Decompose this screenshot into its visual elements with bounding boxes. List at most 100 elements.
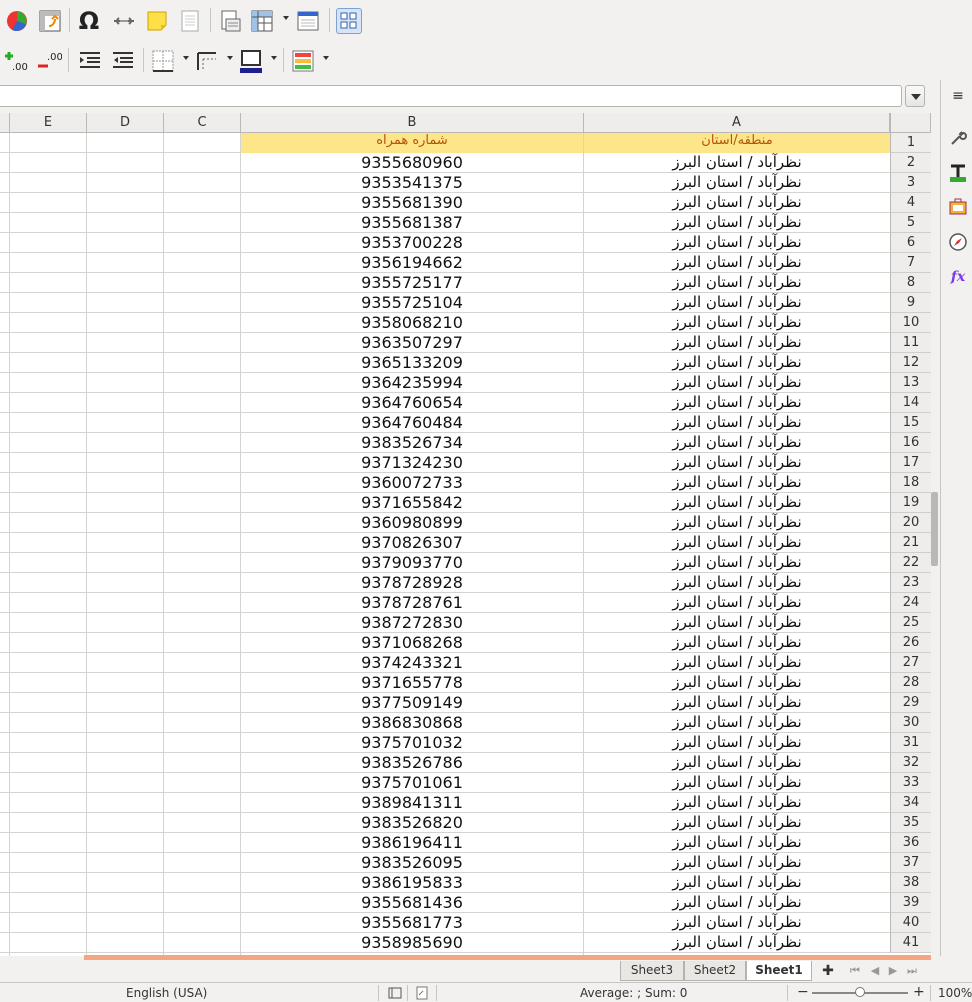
cell-region[interactable]: نظرآباد / استان البرز xyxy=(584,853,890,873)
tab-sheet2[interactable]: Sheet2 xyxy=(684,961,746,981)
row-header[interactable]: 29 xyxy=(890,693,931,713)
column-header-e[interactable]: E xyxy=(10,113,87,133)
cell-region[interactable]: نظرآباد / استان البرز xyxy=(584,173,890,193)
row-header[interactable]: 11 xyxy=(890,333,931,353)
cell-mobile-number[interactable]: 9375701032 xyxy=(241,733,583,753)
properties-icon[interactable] xyxy=(948,128,968,148)
row-header[interactable]: 32 xyxy=(890,753,931,773)
row-header[interactable]: 39 xyxy=(890,893,931,913)
row-header[interactable]: 21 xyxy=(890,533,931,553)
cell-region[interactable]: نظرآباد / استان البرز xyxy=(584,233,890,253)
cell-mobile-number[interactable]: 9358068210 xyxy=(241,313,583,333)
cell-mobile-number[interactable]: 9386195833 xyxy=(241,873,583,893)
previous-sheet-icon[interactable]: ◀ xyxy=(868,964,882,978)
insert-mode-icon[interactable] xyxy=(388,987,402,1002)
row-header[interactable]: 12 xyxy=(890,353,931,373)
row-header[interactable]: 33 xyxy=(890,773,931,793)
cell-region[interactable]: نظرآباد / استان البرز xyxy=(584,693,890,713)
sidebar-menu-icon[interactable]: ≡ xyxy=(948,88,968,108)
cell-mobile-number[interactable]: 9370826307 xyxy=(241,533,583,553)
cell-region[interactable]: نظرآباد / استان البرز xyxy=(584,733,890,753)
cell-region[interactable]: نظرآباد / استان البرز xyxy=(584,473,890,493)
zoom-level[interactable]: 100% xyxy=(938,986,972,1000)
styles-icon[interactable] xyxy=(948,163,968,183)
row-header[interactable]: 8 xyxy=(890,273,931,293)
cell-region[interactable]: نظرآباد / استان البرز xyxy=(584,493,890,513)
select-all-corner[interactable] xyxy=(890,113,931,133)
cell-region[interactable]: نظرآباد / استان البرز xyxy=(584,873,890,893)
chart-icon[interactable] xyxy=(4,8,30,34)
cell-mobile-number[interactable]: 9386830868 xyxy=(241,713,583,733)
cell-mobile-number[interactable]: 9364235994 xyxy=(241,373,583,393)
comment-icon[interactable] xyxy=(144,8,170,34)
cell-region[interactable]: نظرآباد / استان البرز xyxy=(584,273,890,293)
row-header[interactable]: 24 xyxy=(890,593,931,613)
row-header[interactable]: 36 xyxy=(890,833,931,853)
gallery-icon[interactable] xyxy=(948,197,968,217)
last-sheet-icon[interactable]: ⏭ xyxy=(905,964,919,978)
row-header[interactable]: 27 xyxy=(890,653,931,673)
headers-icon[interactable] xyxy=(295,8,321,34)
cell-mobile-number[interactable]: 9363507297 xyxy=(241,333,583,353)
row-header[interactable]: 25 xyxy=(890,613,931,633)
cell-region[interactable]: نظرآباد / استان البرز xyxy=(584,533,890,553)
cell-mobile-number[interactable]: 9389841311 xyxy=(241,793,583,813)
zoom-out-button[interactable]: − xyxy=(797,984,809,1000)
row-header[interactable]: 3 xyxy=(890,173,931,193)
cell-region[interactable]: نظرآباد / استان البرز xyxy=(584,353,890,373)
cell-region[interactable]: نظرآباد / استان البرز xyxy=(584,573,890,593)
column-header-b[interactable]: B xyxy=(241,113,584,133)
cell-region[interactable]: نظرآباد / استان البرز xyxy=(584,933,890,953)
row-header[interactable]: 31 xyxy=(890,733,931,753)
cell-region[interactable]: نظرآباد / استان البرز xyxy=(584,613,890,633)
cell-mobile-number[interactable]: 9360980899 xyxy=(241,513,583,533)
cell-mobile-number[interactable]: 9375701061 xyxy=(241,773,583,793)
cell-mobile-number[interactable]: 9355681390 xyxy=(241,193,583,213)
cell-mobile-number[interactable]: 9378728761 xyxy=(241,593,583,613)
border-color-dropdown-arrow[interactable] xyxy=(271,56,277,60)
cell-mobile-number[interactable]: 9386196411 xyxy=(241,833,583,853)
column-header-d[interactable]: D xyxy=(87,113,164,133)
cell-mobile-number[interactable]: 9383526786 xyxy=(241,753,583,773)
cell-mobile-number[interactable]: 9371068268 xyxy=(241,633,583,653)
column-header-a[interactable]: A xyxy=(584,113,890,133)
add-sheet-icon[interactable]: ✚ xyxy=(821,964,835,978)
row-header[interactable]: 4 xyxy=(890,193,931,213)
cell-region[interactable]: نظرآباد / استان البرز xyxy=(584,333,890,353)
cell-region[interactable]: نظرآباد / استان البرز xyxy=(584,673,890,693)
cell-region[interactable]: نظرآباد / استان البرز xyxy=(584,373,890,393)
cell-mobile-number[interactable]: 9374243321 xyxy=(241,653,583,673)
row-header[interactable]: 41 xyxy=(890,933,931,953)
cell-mobile-number[interactable]: 9364760484 xyxy=(241,413,583,433)
row-header[interactable]: 10 xyxy=(890,313,931,333)
row-header[interactable]: 6 xyxy=(890,233,931,253)
row-header[interactable]: 23 xyxy=(890,573,931,593)
special-character-icon[interactable]: Ω xyxy=(76,8,102,34)
navigator-icon[interactable] xyxy=(948,232,968,252)
borders-dropdown-arrow[interactable] xyxy=(183,56,189,60)
functions-icon[interactable]: fx xyxy=(948,267,968,287)
toggle-grid-icon[interactable] xyxy=(336,8,362,34)
row-header[interactable]: 22 xyxy=(890,553,931,573)
cell-region[interactable]: نظرآباد / استان البرز xyxy=(584,453,890,473)
column-header-c[interactable]: C xyxy=(164,113,241,133)
row-header[interactable]: 40 xyxy=(890,913,931,933)
row-header[interactable]: 35 xyxy=(890,813,931,833)
cell-region[interactable]: نظرآباد / استان البرز xyxy=(584,553,890,573)
cell-mobile-number[interactable]: 9364760654 xyxy=(241,393,583,413)
cell-mobile-number[interactable]: 9360072733 xyxy=(241,473,583,493)
row-header[interactable]: 17 xyxy=(890,453,931,473)
cell-mobile-number[interactable]: 9355725177 xyxy=(241,273,583,293)
decrease-indent-icon[interactable] xyxy=(110,48,136,74)
first-sheet-icon[interactable]: ⏮ xyxy=(848,964,862,978)
zoom-slider-knob[interactable] xyxy=(855,987,865,997)
delete-decimal-icon[interactable]: .00 xyxy=(36,48,63,74)
selection-sum-status[interactable]: Average: ; Sum: 0 xyxy=(580,986,687,1000)
cell-mobile-number[interactable]: 9383526734 xyxy=(241,433,583,453)
row-header[interactable]: 1 xyxy=(890,133,931,153)
cell-mobile-number[interactable]: 9379093770 xyxy=(241,553,583,573)
cell-region[interactable]: نظرآباد / استان البرز xyxy=(584,253,890,273)
border-style-dropdown-arrow[interactable] xyxy=(227,56,233,60)
cell-mobile-number[interactable]: 9365133209 xyxy=(241,353,583,373)
cell-region[interactable]: نظرآباد / استان البرز xyxy=(584,773,890,793)
